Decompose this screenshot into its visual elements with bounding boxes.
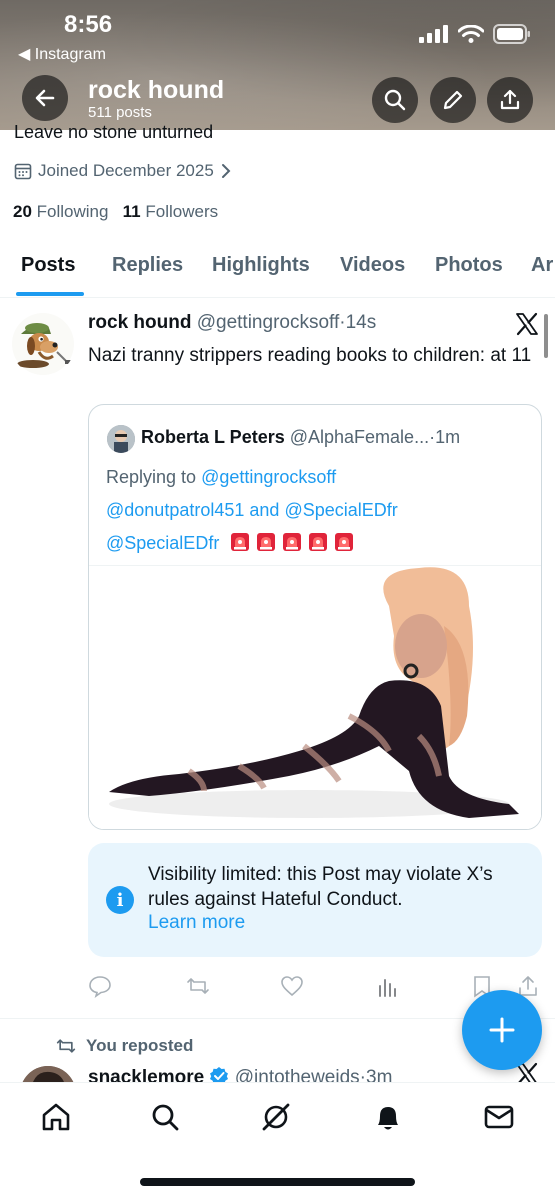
quote-avatar (107, 425, 135, 453)
learn-more-link[interactable]: Learn more (148, 912, 245, 934)
repost-indicator: You reposted (56, 1036, 193, 1056)
x-logo-icon (516, 312, 538, 336)
followers-count: 11 (122, 202, 141, 221)
mention-link[interactable]: @SpecialEDfr (106, 533, 219, 553)
profile-header: 8:56 ◀ Instagram rock hound 511 posts (0, 0, 555, 130)
tab-articles[interactable]: Ar (531, 254, 553, 277)
mention-link[interactable]: @SpecialEDfr (284, 500, 397, 520)
dog-cartoon-avatar (12, 313, 74, 375)
profile-name: rock hound (88, 76, 225, 104)
siren-emoji-icon (309, 533, 328, 551)
repost-label-text: You reposted (86, 1036, 194, 1055)
signal-icon (419, 25, 448, 43)
grok-icon (262, 1103, 290, 1131)
nav-home[interactable] (38, 1099, 74, 1135)
profile-tabs: Posts Replies Highlights Videos Photos A… (0, 240, 555, 298)
home-icon (42, 1103, 70, 1131)
nav-notifications[interactable] (370, 1099, 406, 1135)
post-author-handle[interactable]: @gettingrocksoff (197, 312, 340, 333)
joined-text: Joined December 2025 (38, 161, 214, 180)
following-count: 20 (13, 202, 32, 221)
replying-to-label: Replying to (106, 467, 197, 487)
nav-messages[interactable] (481, 1099, 517, 1135)
post-actions (88, 974, 542, 1000)
post-time[interactable]: 14s (346, 312, 377, 333)
profile-post-count: 511 posts (88, 104, 152, 121)
views-icon[interactable] (376, 974, 400, 998)
siren-emoji-group (224, 533, 354, 553)
followers-link[interactable]: 11 Followers (123, 202, 218, 221)
share-button[interactable] (487, 77, 533, 123)
calendar-icon (14, 163, 32, 180)
repost-small-icon (56, 1039, 76, 1053)
followers-label: Followers (145, 202, 219, 221)
siren-emoji-icon (257, 533, 276, 551)
active-tab-indicator (16, 292, 84, 296)
siren-emoji-icon (335, 533, 354, 551)
tab-photos[interactable]: Photos (435, 254, 503, 277)
quote-author-name[interactable]: Roberta L Peters (141, 427, 285, 447)
joined-date[interactable]: Joined December 2025 (14, 161, 232, 181)
status-time: 8:56 (64, 11, 113, 38)
tab-highlights[interactable]: Highlights (212, 254, 310, 277)
quote-avatar-image (107, 425, 135, 453)
nav-search[interactable] (147, 1099, 183, 1135)
battery-icon (493, 24, 530, 44)
search-icon (384, 89, 406, 111)
tab-posts[interactable]: Posts (21, 254, 75, 277)
repost-icon[interactable] (186, 974, 210, 998)
back-arrow-icon (35, 89, 55, 107)
like-icon[interactable] (280, 974, 304, 998)
following-label: Following (36, 202, 109, 221)
edit-button[interactable] (430, 77, 476, 123)
mention-link[interactable]: @gettingrocksoff (201, 467, 336, 487)
tab-replies[interactable]: Replies (112, 254, 183, 277)
follow-stats: 20 Following 11 Followers (13, 202, 218, 222)
quote-photo (89, 566, 541, 829)
search-icon (152, 1104, 179, 1131)
quote-time: 1m (435, 427, 461, 447)
status-icons (419, 24, 531, 44)
reply-icon[interactable] (88, 974, 112, 998)
profile-bio: Leave no stone unturned (14, 122, 214, 142)
and-text: and (249, 500, 280, 520)
quote-image[interactable] (89, 565, 541, 829)
quoted-post[interactable]: Roberta L Peters @AlphaFemale...·1m Repl… (88, 404, 542, 830)
following-link[interactable]: 20 Following (13, 202, 108, 221)
messages-icon (484, 1105, 514, 1129)
siren-emoji-icon (283, 533, 302, 551)
chevron-right-icon (221, 164, 231, 178)
visibility-notice: i Visibility limited: this Post may viol… (88, 843, 542, 957)
quote-header: Roberta L Peters @AlphaFemale...·1m (141, 427, 460, 448)
post-author-name[interactable]: rock hound (88, 312, 191, 333)
tab-videos[interactable]: Videos (340, 254, 405, 277)
wifi-icon (458, 25, 484, 43)
nav-grok[interactable] (258, 1099, 294, 1135)
post-avatar[interactable] (11, 312, 75, 376)
mention-link[interactable]: @donutpatrol451 (106, 500, 244, 520)
post-header: rock hound @gettingrocksoff·14s (88, 312, 376, 334)
notifications-icon (378, 1107, 398, 1130)
plus-icon (489, 1017, 515, 1043)
post-text: Nazi tranny strippers reading books to c… (88, 345, 532, 366)
quote-author-handle[interactable]: @AlphaFemale... (290, 427, 429, 447)
info-icon: i (106, 886, 134, 914)
share-icon (500, 89, 520, 110)
compose-button[interactable] (462, 990, 542, 1070)
notice-text: Visibility limited: this Post may violat… (148, 864, 493, 910)
back-button[interactable] (22, 75, 68, 121)
home-indicator (140, 1178, 415, 1186)
back-to-app-link[interactable]: ◀ Instagram (18, 44, 106, 64)
siren-emoji-icon (231, 533, 250, 551)
pencil-icon (443, 90, 463, 110)
quote-reply-text: Replying to @gettingrocksoff @donutpatro… (106, 461, 526, 560)
search-button[interactable] (372, 77, 418, 123)
